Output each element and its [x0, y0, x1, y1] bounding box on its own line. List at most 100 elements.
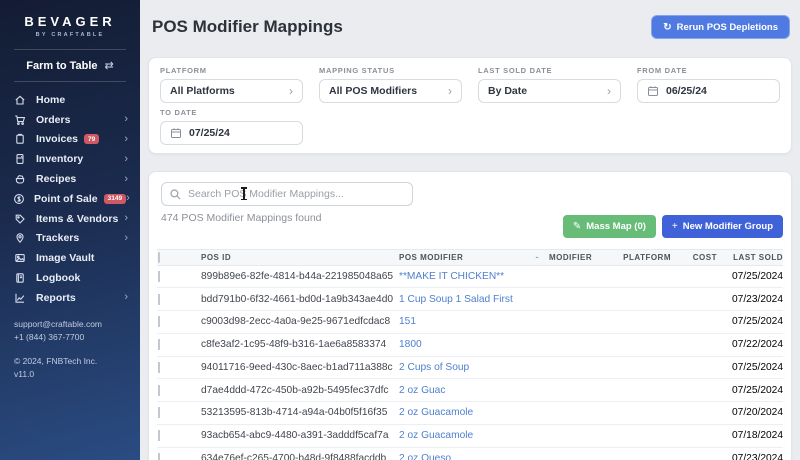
- cell-pos-id: c9003d98-2ecc-4a0a-9e25-9671edfcdac8: [201, 316, 391, 328]
- sidebar-item-label: Point of Sale: [34, 192, 98, 205]
- calendar-icon: [170, 127, 182, 139]
- mass-map-button[interactable]: ✎ Mass Map (0): [562, 215, 656, 238]
- venue-name: Farm to Table: [26, 59, 98, 72]
- new-modifier-group-button[interactable]: + New Modifier Group: [661, 215, 783, 238]
- mapping-status-select[interactable]: All POS Modifiers ›: [319, 79, 462, 103]
- select-all-checkbox[interactable]: [158, 251, 160, 263]
- from-date-input[interactable]: 06/25/24: [637, 79, 780, 103]
- row-checkbox[interactable]: [158, 339, 160, 351]
- pos-icon: [13, 193, 25, 205]
- cell-pos-modifier-link[interactable]: 1 Cup Soup 1 Salad First: [399, 294, 549, 305]
- last-sold-date-filter-label: LAST SOLD DATE: [478, 66, 553, 75]
- mapping-status-filter: MAPPING STATUS All POS Modifiers ›: [319, 66, 462, 103]
- cell-pos-modifier-link[interactable]: 2 oz Guac: [399, 385, 549, 396]
- mapping-status-filter-label: MAPPING STATUS: [319, 66, 395, 75]
- table-row[interactable]: 93acb654-abc9-4480-a391-3adddf5caf7a 2 o…: [157, 425, 783, 448]
- sidebar-item-logbook[interactable]: Logbook: [0, 268, 140, 288]
- platform-select[interactable]: All Platforms ›: [160, 79, 303, 103]
- tracker-icon: [13, 232, 27, 244]
- sidebar-item-home[interactable]: Home: [0, 90, 140, 110]
- cell-pos-id: c8fe3af2-1c95-48f9-b316-1ae6a8583374: [201, 339, 387, 351]
- sidebar-nav: Home Orders › Invoices 79 › Inventory › …: [0, 90, 140, 308]
- cell-last-sold: 07/18/2024: [732, 430, 783, 442]
- chevron-right-icon: ›: [448, 84, 452, 98]
- last-sold-date-value: By Date: [488, 85, 528, 97]
- chevron-right-icon: ›: [124, 172, 128, 185]
- table-row[interactable]: 94011716-9eed-430c-8aec-b1ad711a388c 2 C…: [157, 357, 783, 380]
- rerun-pos-depletions-button[interactable]: ↻ Rerun POS Depletions: [651, 15, 790, 39]
- cell-last-sold: 07/25/2024: [732, 384, 783, 396]
- sidebar-item-image-vault[interactable]: Image Vault: [0, 248, 140, 268]
- sidebar-item-trackers[interactable]: Trackers ›: [0, 229, 140, 249]
- copyright: © 2024, FNBTech Inc.: [14, 356, 98, 367]
- reports-icon: [13, 292, 27, 304]
- sidebar-item-label: Image Vault: [36, 252, 95, 265]
- cell-last-sold: 07/25/2024: [732, 361, 783, 373]
- column-header-platform[interactable]: PLATFORM: [609, 253, 671, 262]
- table-body: 899b89e6-82fe-4814-b44a-221985048a65 **M…: [157, 266, 783, 460]
- rerun-button-label: Rerun POS Depletions: [676, 21, 778, 33]
- venue-switcher[interactable]: Farm to Table ⇄: [0, 50, 140, 81]
- row-checkbox[interactable]: [158, 293, 160, 305]
- calendar-icon: [647, 85, 659, 97]
- row-checkbox[interactable]: [158, 452, 160, 460]
- sort-indicator-icon[interactable]: -: [536, 252, 540, 262]
- last-sold-date-select[interactable]: By Date ›: [478, 79, 621, 103]
- app-version: v11.0: [14, 369, 35, 380]
- sidebar-item-orders[interactable]: Orders ›: [0, 110, 140, 130]
- cell-last-sold: 07/25/2024: [732, 270, 783, 282]
- page-header: POS Modifier Mappings ↻ Rerun POS Deplet…: [148, 0, 792, 48]
- chevron-right-icon: ›: [124, 231, 128, 244]
- cell-pos-modifier-link[interactable]: 2 oz Guacamole: [399, 407, 549, 418]
- brand-logo: BEVAGER BY CRAFTABLE: [0, 0, 140, 38]
- row-checkbox[interactable]: [158, 316, 160, 328]
- sidebar-item-items-vendors[interactable]: Items & Vendors ›: [0, 209, 140, 229]
- search-icon: [169, 188, 182, 206]
- sidebar-item-point-of-sale[interactable]: Point of Sale 3149 ›: [0, 189, 140, 209]
- search-input[interactable]: [161, 182, 413, 206]
- chevron-right-icon: ›: [124, 212, 128, 225]
- app-window: BEVAGER BY CRAFTABLE Farm to Table ⇄ Hom…: [0, 0, 800, 460]
- sidebar-item-label: Inventory: [36, 153, 84, 166]
- row-checkbox[interactable]: [158, 384, 160, 396]
- invoices-icon: [13, 133, 27, 145]
- table-row[interactable]: 899b89e6-82fe-4814-b44a-221985048a65 **M…: [157, 266, 783, 289]
- table-row[interactable]: 53213595-813b-4714-a94a-04b0f5f16f35 2 o…: [157, 402, 783, 425]
- mappings-panel: 474 POS Modifier Mappings found ✎ Mass M…: [148, 171, 792, 460]
- to-date-filter: TO DATE 07/25/24: [160, 108, 303, 145]
- cell-pos-modifier-link[interactable]: 2 oz Guacamole: [399, 430, 549, 441]
- cell-pos-modifier-link[interactable]: 151: [399, 316, 549, 327]
- cell-pos-modifier-link[interactable]: 2 Cups of Soup: [399, 362, 549, 373]
- sidebar-footer: support@craftable.com +1 (844) 367-7700 …: [0, 308, 140, 382]
- venue-swap-icon[interactable]: ⇄: [105, 59, 114, 72]
- table-row[interactable]: c8fe3af2-1c95-48f9-b316-1ae6a8583374 180…: [157, 334, 783, 357]
- column-header-cost[interactable]: COST: [671, 253, 717, 262]
- to-date-input[interactable]: 07/25/24: [160, 121, 303, 145]
- sidebar-item-reports[interactable]: Reports ›: [0, 288, 140, 308]
- sidebar-item-inventory[interactable]: Inventory ›: [0, 149, 140, 169]
- row-checkbox[interactable]: [158, 407, 160, 419]
- column-header-last-sold[interactable]: LAST SOLD: [717, 253, 783, 262]
- column-header-pos-id[interactable]: POS ID: [201, 253, 399, 262]
- table-row[interactable]: d7ae4ddd-472c-450b-a92b-5495fec37dfc 2 o…: [157, 379, 783, 402]
- brand-subtitle: BY CRAFTABLE: [35, 32, 105, 38]
- support-email[interactable]: support@craftable.com: [14, 318, 140, 331]
- chevron-right-icon: ›: [607, 84, 611, 98]
- home-icon: [13, 94, 27, 106]
- column-header-pos-modifier[interactable]: POS MODIFIER -: [399, 252, 549, 262]
- cell-pos-modifier-link[interactable]: **MAKE IT CHICKEN**: [399, 271, 549, 282]
- sidebar-item-invoices[interactable]: Invoices 79 ›: [0, 130, 140, 150]
- table-row[interactable]: 634e76ef-c265-4700-b48d-9f8488facddb 2 o…: [157, 448, 783, 460]
- image-icon: [13, 252, 27, 264]
- table-row[interactable]: bdd791b0-6f32-4661-bd0d-1a9b343ae4d0 1 C…: [157, 288, 783, 311]
- chevron-right-icon: ›: [124, 113, 128, 126]
- cell-pos-modifier-link[interactable]: 2 oz Queso: [399, 453, 549, 460]
- table-row[interactable]: c9003d98-2ecc-4a0a-9e25-9671edfcdac8 151…: [157, 311, 783, 334]
- row-checkbox[interactable]: [158, 270, 160, 282]
- sidebar-item-recipes[interactable]: Recipes ›: [0, 169, 140, 189]
- column-header-modifier[interactable]: MODIFIER: [549, 253, 609, 262]
- platform-value: All Platforms: [170, 85, 235, 97]
- row-checkbox[interactable]: [158, 361, 160, 373]
- cell-pos-modifier-link[interactable]: 1800: [399, 339, 549, 350]
- row-checkbox[interactable]: [158, 430, 160, 442]
